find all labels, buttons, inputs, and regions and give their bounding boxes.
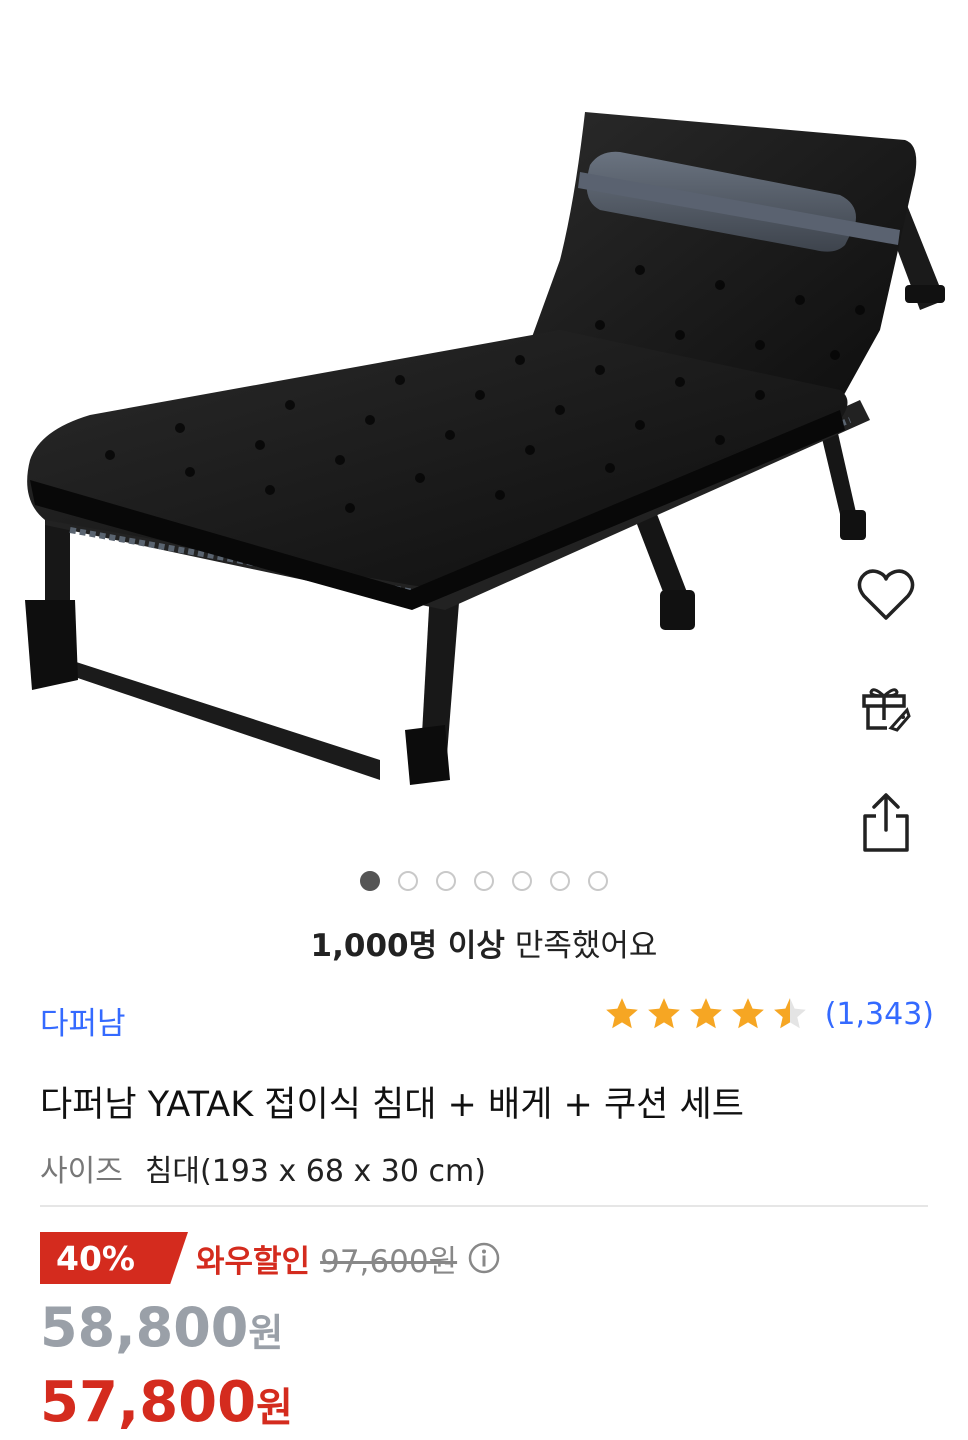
wow-price-unit: 원 [256,1385,293,1431]
pagination-dot[interactable] [550,871,570,891]
option-value: 침대(193 x 68 x 30 cm) [144,1154,486,1189]
sale-price-unit: 원 [248,1311,284,1355]
option-selector[interactable]: 사이즈 침대(193 x 68 x 30 cm) [40,1146,486,1190]
star-half-icon [773,998,806,1029]
pagination-dot[interactable] [436,871,456,891]
rating-summary[interactable]: (1,343) [603,995,934,1033]
share-button[interactable] [846,788,926,858]
product-detail-page: 1,000명 이상 만족했어요 다퍼남 (1,343) 다퍼남 YATAK 접이… [0,0,968,1440]
product-title: 다퍼남 YATAK 접이식 침대 + 배게 + 쿠션 세트 [40,1085,744,1125]
original-price: 97,600원 [320,1243,458,1280]
info-icon[interactable] [467,1241,501,1275]
star-full-icon [731,998,764,1029]
divider [40,1205,928,1207]
wow-price-value: 57,800 [40,1370,257,1435]
star-full-icon [689,998,722,1029]
satisfaction-count: 1,000명 이상 [310,928,505,964]
discount-percent: 40% [56,1238,135,1278]
sale-price: 58,800원 [40,1296,283,1359]
wow-price: 57,800원 [40,1370,293,1435]
pagination-dot[interactable] [512,871,532,891]
pagination-dot[interactable] [398,871,418,891]
review-count[interactable]: (1,343) [825,997,934,1032]
sale-price-value: 58,800 [40,1296,249,1359]
heart-icon [857,569,915,620]
favorite-button[interactable] [846,560,926,630]
discount-row: 40% 와우할인 97,600원 [40,1232,501,1284]
star-full-icon [647,998,680,1029]
product-image[interactable] [0,0,968,860]
star-full-icon [605,998,638,1029]
satisfaction-summary: 1,000명 이상 만족했어요 [0,920,968,965]
brand-link[interactable]: 다퍼남 [40,998,126,1043]
pagination-dot[interactable] [474,871,494,891]
pagination-dot[interactable] [360,871,380,891]
image-pagination [0,871,968,891]
share-icon [863,793,909,852]
pagination-dot[interactable] [588,871,608,891]
gift-icon [862,688,911,732]
satisfaction-suffix: 만족했어요 [504,928,658,964]
wow-discount-label: 와우할인 [196,1243,311,1280]
option-label: 사이즈 [40,1154,123,1189]
gift-button[interactable] [846,672,926,742]
discount-badge: 40% [40,1232,188,1284]
